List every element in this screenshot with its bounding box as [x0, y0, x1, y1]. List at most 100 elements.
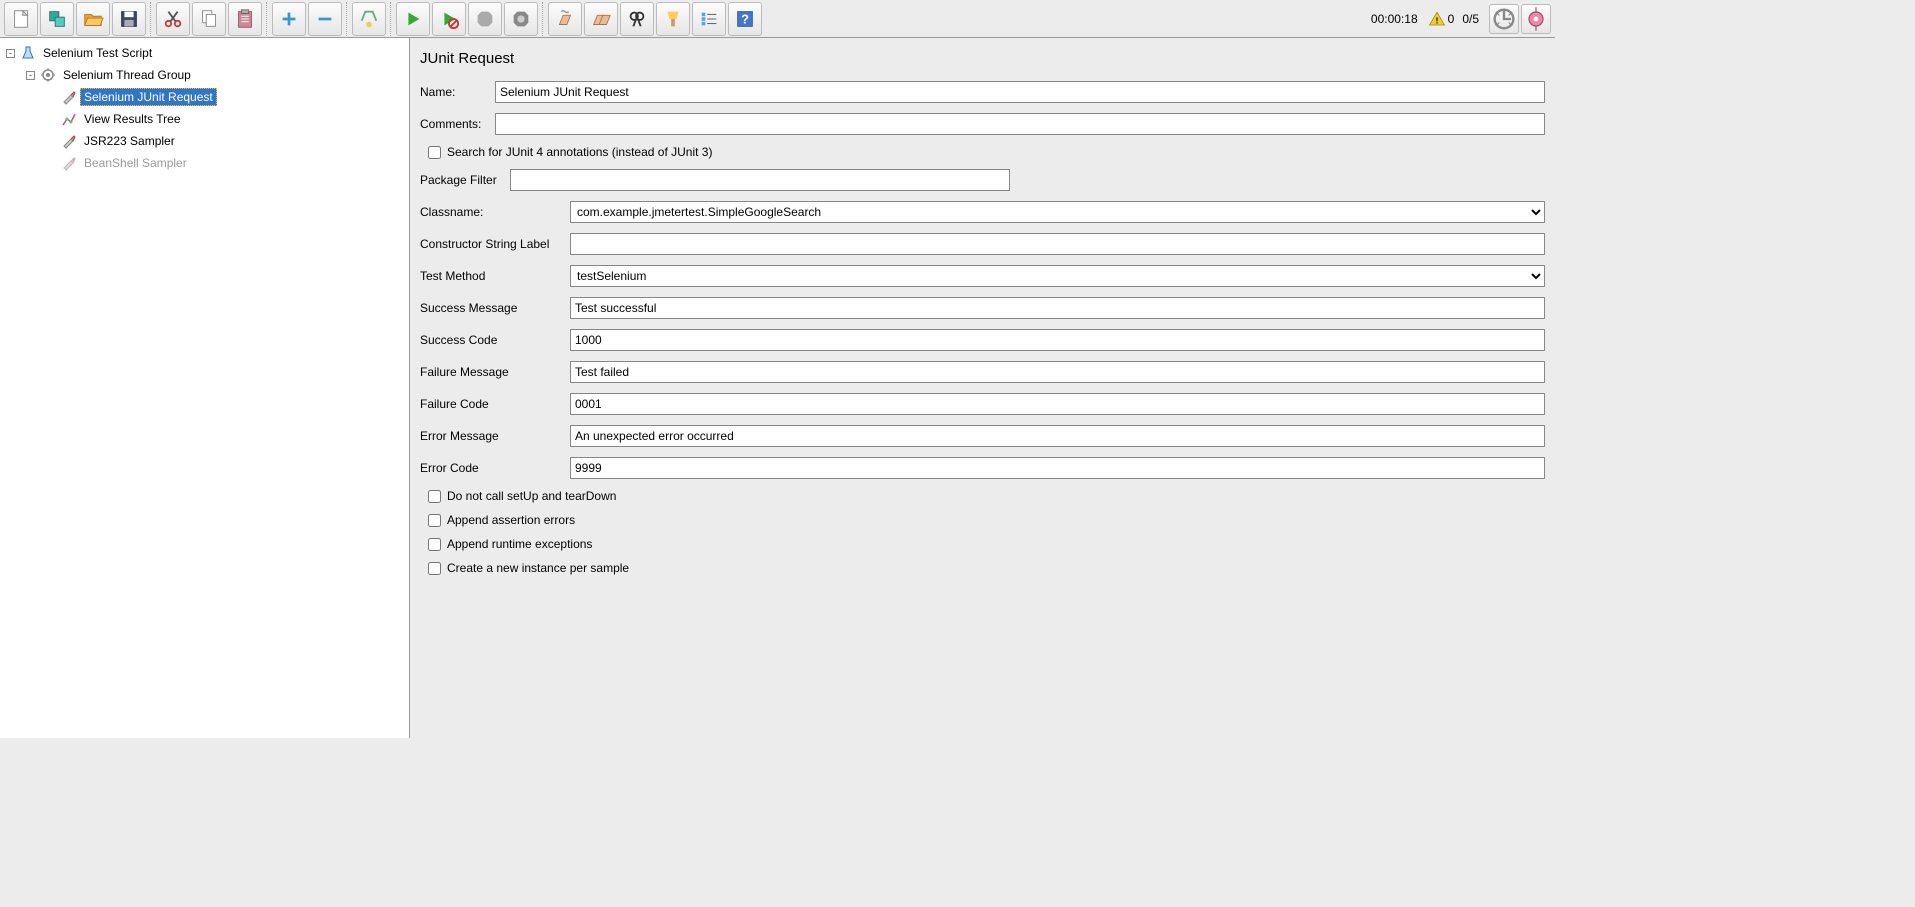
new-file-icon	[10, 8, 32, 30]
constructor-input[interactable]	[570, 233, 1545, 255]
name-input[interactable]	[495, 81, 1545, 103]
classname-label: Classname:	[420, 205, 570, 219]
failure-code-label: Failure Code	[420, 397, 570, 411]
timer-display: 00:00:18	[1371, 12, 1418, 26]
no-setup-teardown-label: Do not call setUp and tearDown	[447, 489, 616, 503]
error-msg-input[interactable]	[570, 425, 1545, 447]
collapse-button[interactable]	[308, 2, 342, 36]
append-runtime-checkbox[interactable]	[428, 538, 441, 551]
clear-all-button[interactable]	[584, 2, 618, 36]
toggle-icon	[358, 8, 380, 30]
success-msg-input[interactable]	[570, 297, 1545, 319]
sampler-icon	[61, 133, 77, 149]
tree-node-view-results[interactable]: View Results Tree	[2, 108, 407, 130]
new-instance-checkbox[interactable]	[428, 562, 441, 575]
editor-panel: JUnit Request Name: Comments: Search for…	[410, 38, 1555, 738]
start-icon	[402, 8, 424, 30]
test-method-label: Test Method	[420, 269, 570, 283]
name-label: Name:	[420, 85, 495, 99]
svg-text:!: !	[1435, 16, 1438, 25]
tree-toggle-icon[interactable]: -	[6, 49, 15, 58]
success-code-input[interactable]	[570, 329, 1545, 351]
append-assertion-label: Append assertion errors	[447, 513, 575, 527]
error-code-label: Error Code	[420, 461, 570, 475]
tree-label: BeanShell Sampler	[80, 154, 191, 172]
templates-icon	[46, 8, 68, 30]
test-plan-tree[interactable]: - Selenium Test Script - Selenium Thread…	[0, 38, 410, 738]
junit4-label: Search for JUnit 4 annotations (instead …	[447, 145, 712, 159]
tree-label: JSR223 Sampler	[80, 132, 179, 150]
paste-button[interactable]	[228, 2, 262, 36]
results-tree-icon	[61, 111, 77, 127]
reset-search-icon	[662, 8, 684, 30]
start-no-timers-button[interactable]	[432, 2, 466, 36]
thread-count-display: 0/5	[1462, 12, 1479, 26]
tree-label: Selenium Thread Group	[59, 66, 195, 84]
save-icon	[118, 8, 140, 30]
reset-search-button[interactable]	[656, 2, 690, 36]
failure-msg-input[interactable]	[570, 361, 1545, 383]
stop-button[interactable]	[468, 2, 502, 36]
copy-icon	[198, 8, 220, 30]
package-filter-input[interactable]	[510, 169, 1010, 191]
tree-label: Selenium JUnit Request	[80, 88, 217, 106]
tree-node-beanshell[interactable]: BeanShell Sampler	[2, 152, 407, 174]
sampler-icon	[61, 155, 77, 171]
shutdown-icon	[510, 8, 532, 30]
collapse-icon	[314, 8, 336, 30]
cut-button[interactable]	[156, 2, 190, 36]
panel-title: JUnit Request	[420, 50, 1545, 67]
comments-label: Comments:	[420, 117, 495, 131]
warnings-indicator[interactable]: ! 0	[1428, 10, 1455, 28]
function-helper-icon	[698, 8, 720, 30]
error-code-input[interactable]	[570, 457, 1545, 479]
expand-button[interactable]	[272, 2, 306, 36]
comments-input[interactable]	[495, 113, 1545, 135]
sampler-icon	[61, 89, 77, 105]
open-button[interactable]	[76, 2, 110, 36]
warnings-count: 0	[1448, 12, 1455, 26]
thread-group-icon	[40, 67, 56, 83]
tree-node-junit-request[interactable]: Selenium JUnit Request	[2, 86, 407, 108]
append-assertion-checkbox[interactable]	[428, 514, 441, 527]
constructor-label: Constructor String Label	[420, 237, 570, 251]
clear-icon	[554, 8, 576, 30]
tree-node-jsr223[interactable]: JSR223 Sampler	[2, 130, 407, 152]
search-button[interactable]	[620, 2, 654, 36]
tree-label: Selenium Test Script	[39, 44, 156, 62]
main-toolbar: ? 00:00:18 ! 0 0/5	[0, 0, 1555, 38]
shutdown-button[interactable]	[504, 2, 538, 36]
expand-icon	[278, 8, 300, 30]
help-icon: ?	[734, 8, 756, 30]
save-button[interactable]	[112, 2, 146, 36]
toggle-button[interactable]	[352, 2, 386, 36]
clear-all-icon	[590, 8, 612, 30]
collapse-expand-icon	[1522, 5, 1550, 33]
svg-text:?: ?	[741, 11, 749, 26]
clear-button[interactable]	[548, 2, 582, 36]
help-button[interactable]: ?	[728, 2, 762, 36]
error-msg-label: Error Message	[420, 429, 570, 443]
new-button[interactable]	[4, 2, 38, 36]
package-filter-label: Package Filter	[420, 173, 510, 187]
junit4-checkbox[interactable]	[428, 146, 441, 159]
copy-button[interactable]	[192, 2, 226, 36]
tree-node-testplan[interactable]: - Selenium Test Script	[2, 42, 407, 64]
open-icon	[82, 8, 104, 30]
no-setup-teardown-checkbox[interactable]	[428, 490, 441, 503]
success-msg-label: Success Message	[420, 301, 570, 315]
failure-msg-label: Failure Message	[420, 365, 570, 379]
templates-button[interactable]	[40, 2, 74, 36]
test-method-select[interactable]: testSelenium	[570, 265, 1545, 287]
start-no-timers-icon	[438, 8, 460, 30]
threads-indicator-button[interactable]	[1489, 4, 1519, 34]
start-button[interactable]	[396, 2, 430, 36]
failure-code-input[interactable]	[570, 393, 1545, 415]
tree-node-threadgroup[interactable]: - Selenium Thread Group	[2, 64, 407, 86]
tree-toggle-icon[interactable]: -	[26, 71, 35, 80]
threads-indicator-icon	[1490, 5, 1518, 33]
collapse-expand-button[interactable]	[1521, 4, 1551, 34]
warning-icon: !	[1428, 10, 1446, 28]
function-helper-button[interactable]	[692, 2, 726, 36]
classname-select[interactable]: com.example.jmetertest.SimpleGoogleSearc…	[570, 201, 1545, 223]
